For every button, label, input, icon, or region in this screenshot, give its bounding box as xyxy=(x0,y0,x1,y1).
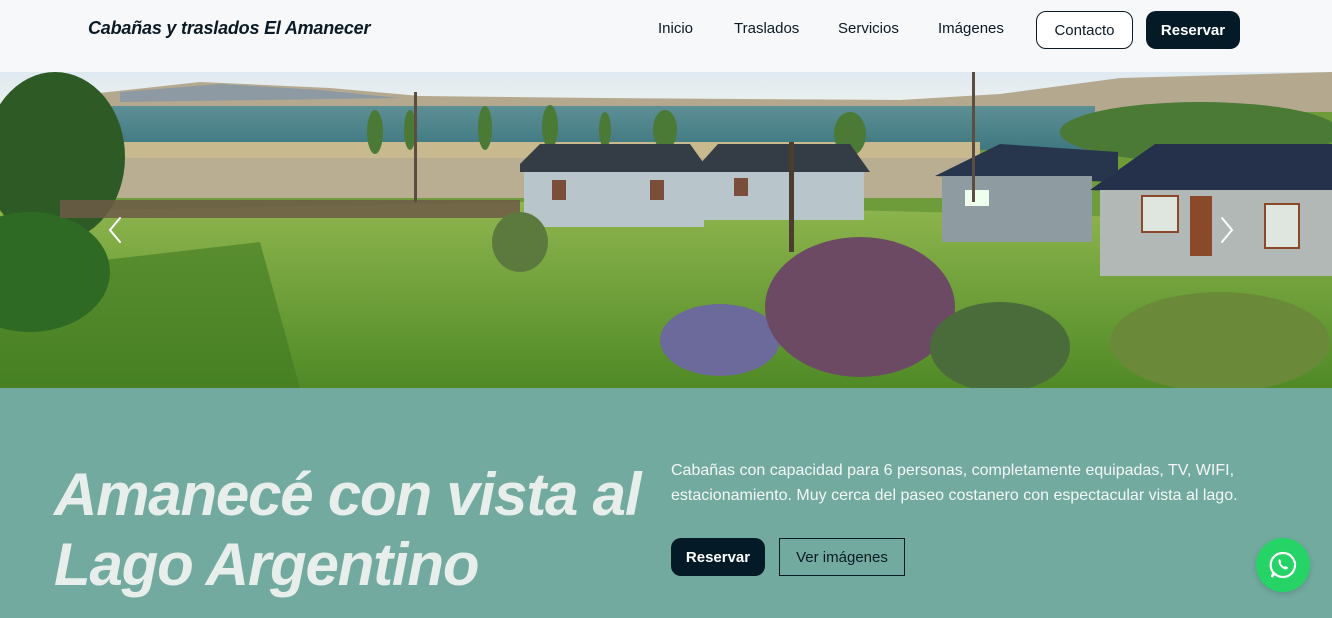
whatsapp-icon xyxy=(1269,551,1297,579)
carousel-next-button[interactable] xyxy=(1214,214,1238,246)
hero-image xyxy=(0,72,1332,388)
chevron-left-icon xyxy=(108,217,121,243)
reserve-button[interactable]: Reservar xyxy=(671,538,765,576)
hero-headline: Amanecé con vista al Lago Argentino xyxy=(54,461,641,598)
whatsapp-button[interactable] xyxy=(1256,538,1310,592)
nav-link-inicio[interactable]: Inicio xyxy=(658,20,693,37)
brand-logo[interactable]: Cabañas y traslados El Amanecer xyxy=(88,18,370,39)
nav-link-imagenes[interactable]: Imágenes xyxy=(938,20,1004,37)
hero-carousel xyxy=(0,72,1332,388)
view-images-button[interactable]: Ver imágenes xyxy=(779,538,905,576)
hero-description: Cabañas con capacidad para 6 personas, c… xyxy=(671,462,1238,504)
carousel-prev-button[interactable] xyxy=(104,214,128,246)
contact-button[interactable]: Contacto xyxy=(1036,11,1133,49)
nav-link-servicios[interactable]: Servicios xyxy=(838,20,899,37)
nav-link-traslados[interactable]: Traslados xyxy=(734,20,799,37)
chevron-right-icon xyxy=(1221,217,1234,243)
reserve-button-header[interactable]: Reservar xyxy=(1146,11,1240,49)
intro-section: Amanecé con vista al Lago Argentino Caba… xyxy=(0,388,1332,618)
site-header: Cabañas y traslados El Amanecer Inicio T… xyxy=(0,0,1332,72)
